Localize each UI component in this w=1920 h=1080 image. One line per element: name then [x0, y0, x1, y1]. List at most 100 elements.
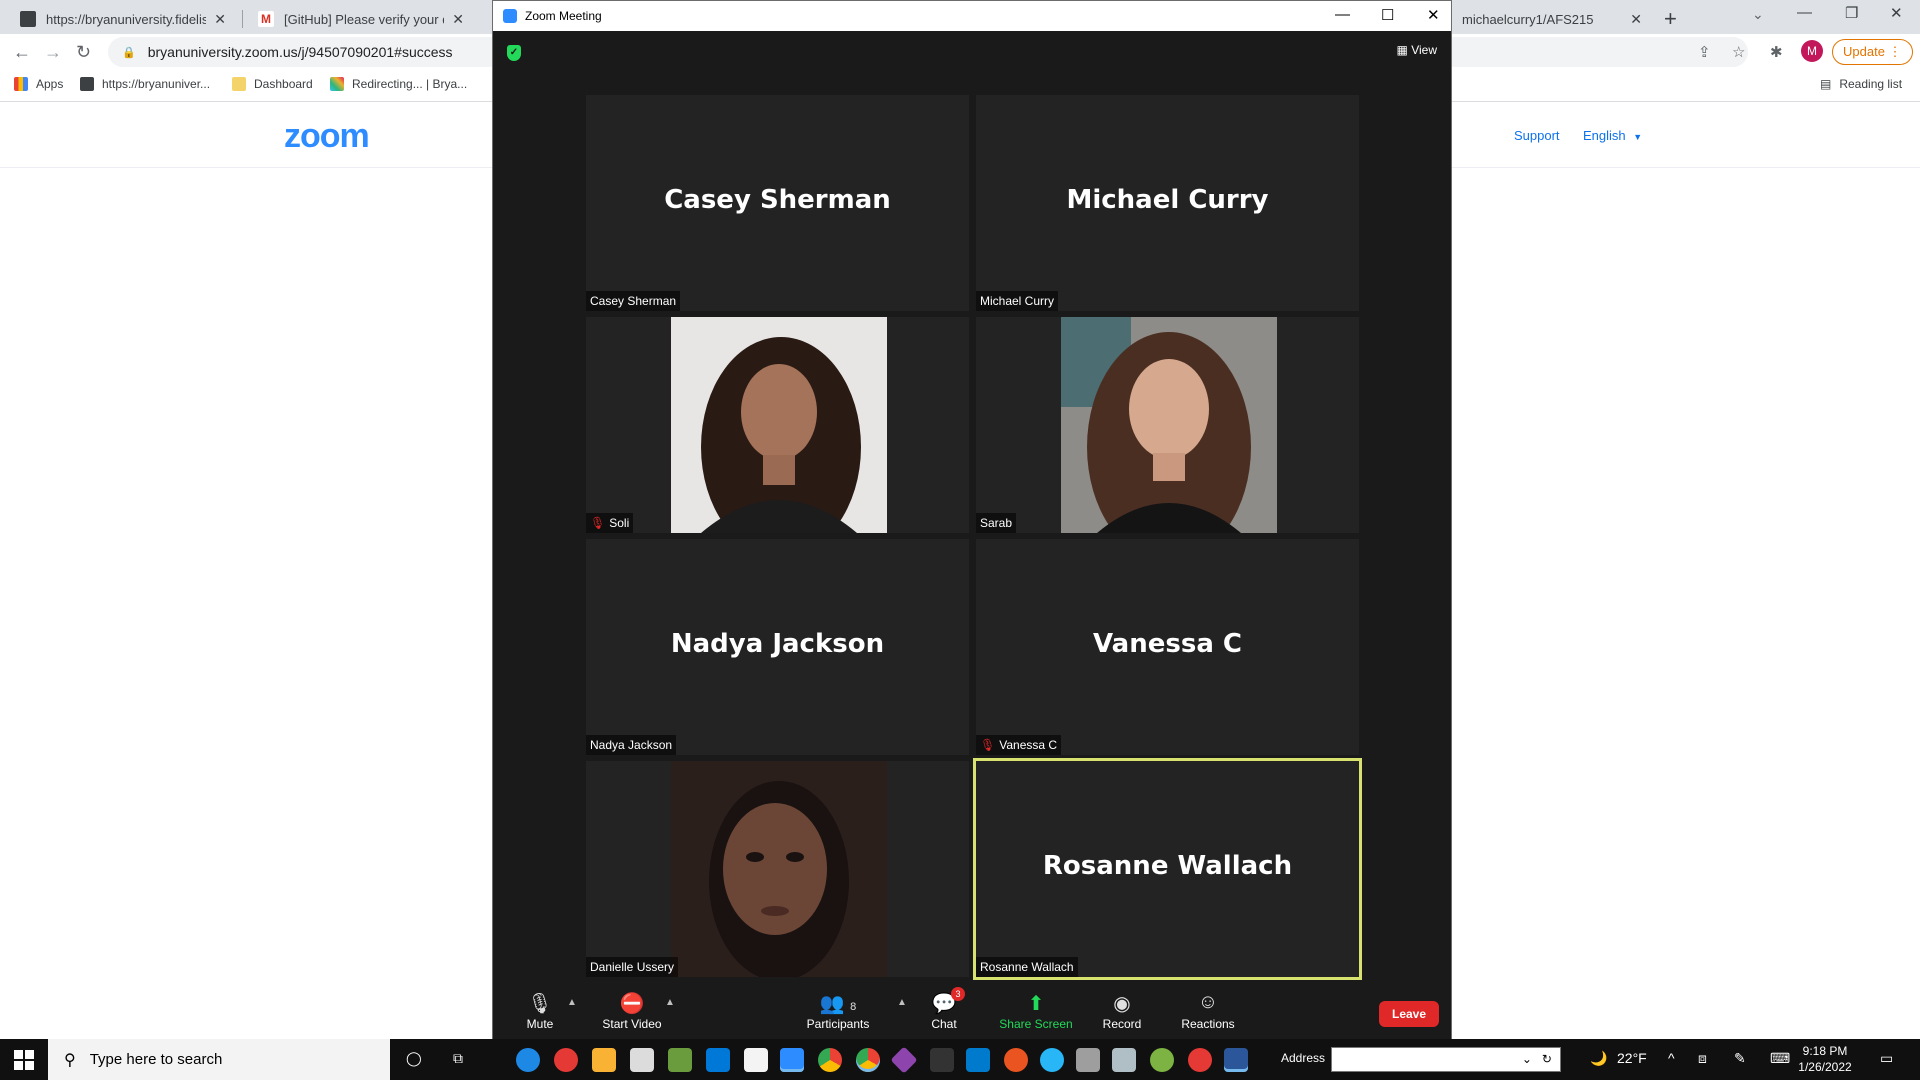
- show-hidden-icons-chevron-icon[interactable]: ^: [1668, 1050, 1675, 1066]
- name-text: Nadya Jackson: [590, 738, 673, 752]
- slack-icon: [330, 77, 344, 91]
- participant-tile-vanessa-c[interactable]: Vanessa C 🎙︎ Vanessa C: [976, 539, 1359, 755]
- bookmark-dashboard[interactable]: Dashboard: [232, 77, 313, 91]
- zoom-app-icon: [503, 9, 517, 23]
- file-explorer-icon[interactable]: [592, 1048, 616, 1072]
- lock-icon: 🔒: [122, 46, 136, 59]
- reactions-button[interactable]: ☺ Reactions: [1163, 991, 1253, 1031]
- bookmark-star-icon[interactable]: ☆: [1732, 43, 1745, 61]
- address-toolbar-input[interactable]: ⌄ ↻: [1331, 1047, 1561, 1072]
- bookmark-bryanuniversity[interactable]: https://bryanuniver...: [80, 77, 210, 91]
- bookmark-label: Redirecting... | Brya...: [352, 77, 468, 91]
- new-tab-plus-icon[interactable]: +: [1664, 6, 1677, 32]
- minimize-icon[interactable]: —: [1335, 6, 1350, 23]
- opera-icon[interactable]: [554, 1048, 578, 1072]
- app-icon-blue[interactable]: [1040, 1048, 1064, 1072]
- weather-temperature[interactable]: 22°F: [1617, 1050, 1647, 1066]
- tray-app-icon[interactable]: ⧈: [1698, 1050, 1707, 1067]
- share-screen-button[interactable]: ⬆ Share Screen: [991, 991, 1081, 1031]
- app-icon-dark[interactable]: [930, 1048, 954, 1072]
- participant-tile-rosanne-wallach-active-speaker[interactable]: Rosanne Wallach Rosanne Wallach: [973, 758, 1362, 980]
- video-options-caret-icon[interactable]: ▲: [665, 997, 675, 1008]
- encryption-shield-icon[interactable]: ✓: [507, 45, 521, 61]
- participant-tile-danielle-ussery[interactable]: Danielle Ussery: [586, 761, 969, 977]
- chrome-profile-icon[interactable]: [856, 1048, 880, 1072]
- leave-button[interactable]: Leave: [1379, 1001, 1439, 1027]
- restore-icon[interactable]: ❐: [1845, 4, 1858, 22]
- app-icon-diamond[interactable]: [890, 1046, 918, 1074]
- maximize-icon[interactable]: ☐: [1381, 6, 1394, 24]
- vscode-icon[interactable]: [966, 1048, 990, 1072]
- participant-tile-nadya-jackson[interactable]: Nadya Jackson Nadya Jackson: [586, 539, 969, 755]
- close-window-icon[interactable]: ✕: [1890, 4, 1903, 22]
- microsoft-store-icon[interactable]: [706, 1048, 730, 1072]
- app-icon-notes[interactable]: [1112, 1048, 1136, 1072]
- browser-tab-fidelis[interactable]: https://bryanuniversity.fidelisedu ✕: [10, 4, 236, 34]
- participant-name-label: Sarab: [976, 513, 1017, 533]
- tab-title: michaelcurry1/AFS215: [1462, 11, 1594, 27]
- app-icon-paint[interactable]: [1150, 1048, 1174, 1072]
- record-icon: ◉: [1113, 993, 1131, 1015]
- view-button[interactable]: ▦ View: [1397, 43, 1437, 57]
- start-video-button[interactable]: ⛔ Start Video: [587, 991, 677, 1031]
- chrome-icon[interactable]: [818, 1048, 842, 1072]
- bookmark-redirecting[interactable]: Redirecting... | Brya...: [330, 77, 467, 91]
- edge-icon[interactable]: [516, 1048, 540, 1072]
- search-icon: ⚲: [64, 1051, 76, 1069]
- notifications-icon[interactable]: ▭: [1880, 1050, 1893, 1067]
- close-icon[interactable]: ✕: [214, 11, 226, 28]
- app-icon-minecraft[interactable]: [668, 1048, 692, 1072]
- participant-tile-casey-sherman[interactable]: Casey Sherman Casey Sherman: [586, 95, 969, 311]
- participants-button[interactable]: 👥 8 Participants: [793, 991, 883, 1031]
- word-icon[interactable]: [1224, 1048, 1248, 1072]
- bookmark-label: https://bryanuniver...: [102, 77, 211, 91]
- minimize-icon[interactable]: —: [1797, 4, 1812, 21]
- share-icon[interactable]: ⇪: [1698, 43, 1711, 61]
- zoom-logo[interactable]: zoom: [284, 117, 370, 156]
- task-view-icon[interactable]: ⧉: [453, 1050, 463, 1067]
- participant-tile-soli[interactable]: 🎙︎ Soli: [586, 317, 969, 533]
- weather-moon-icon[interactable]: 🌙: [1590, 1050, 1607, 1067]
- windows-taskbar: ⚲ Type here to search ◯ ⧉ Address ⌄ ↻ 🌙 …: [0, 1039, 1920, 1080]
- browser-tab-github-verify[interactable]: M [GitHub] Please verify your device ✕: [248, 4, 474, 34]
- name-text: Sarab: [980, 516, 1013, 530]
- tab-search-chevron-icon[interactable]: ⌄: [1752, 6, 1764, 23]
- windows-start-icon[interactable]: [14, 1050, 34, 1070]
- participant-tile-sarab[interactable]: Sarab: [976, 317, 1359, 533]
- microphone-icon: 🎙︎: [527, 993, 553, 1015]
- system-clock[interactable]: 9:18 PM 1/26/2022: [1790, 1043, 1860, 1075]
- extensions-puzzle-icon[interactable]: ✱: [1770, 43, 1783, 61]
- bookmark-apps[interactable]: Apps: [14, 77, 63, 91]
- pen-workspace-icon[interactable]: ✎: [1734, 1050, 1746, 1067]
- mic-muted-icon: 🎙︎: [980, 738, 996, 752]
- record-button[interactable]: ◉ Record: [1077, 991, 1167, 1031]
- zoom-taskbar-icon[interactable]: [780, 1048, 804, 1072]
- forward-arrow-icon[interactable]: →: [44, 42, 62, 63]
- support-link[interactable]: Support: [1514, 128, 1560, 143]
- browser-tab-github-repo[interactable]: michaelcurry1/AFS215 ✕: [1452, 4, 1652, 34]
- app-icon-notepad[interactable]: [630, 1048, 654, 1072]
- document-icon[interactable]: [744, 1048, 768, 1072]
- close-icon[interactable]: ✕: [1630, 11, 1642, 28]
- video-photo-illustration: [671, 317, 887, 533]
- app-icon-red[interactable]: [1188, 1048, 1212, 1072]
- reload-icon[interactable]: ↻: [76, 42, 91, 63]
- audio-options-caret-icon[interactable]: ▲: [567, 997, 577, 1008]
- close-icon[interactable]: ✕: [452, 11, 464, 28]
- tab-title: [GitHub] Please verify your device: [284, 11, 444, 27]
- profile-avatar[interactable]: M: [1801, 40, 1823, 62]
- taskbar-search-box[interactable]: ⚲ Type here to search: [48, 1039, 390, 1080]
- app-icon-gray[interactable]: [1076, 1048, 1100, 1072]
- participant-tile-michael-curry[interactable]: Michael Curry Michael Curry: [976, 95, 1359, 311]
- meeting-controls-bar: 🎙︎ Mute ▲ ⛔ Start Video ▲ 👥 8 Participan…: [493, 981, 1451, 1039]
- language-dropdown[interactable]: English ▼: [1583, 128, 1642, 143]
- update-button[interactable]: Update ⋮: [1832, 39, 1913, 65]
- reading-list[interactable]: ▤ Reading list: [1820, 77, 1902, 91]
- close-icon[interactable]: ✕: [1427, 6, 1440, 24]
- back-arrow-icon[interactable]: ←: [13, 42, 31, 63]
- keyboard-icon[interactable]: ⌨: [1770, 1050, 1790, 1067]
- cortana-circle-icon[interactable]: ◯: [406, 1050, 422, 1067]
- tab-title: https://bryanuniversity.fidelisedu: [46, 11, 207, 27]
- chat-button[interactable]: 💬 3 Chat: [899, 987, 989, 1031]
- ubuntu-icon[interactable]: [1004, 1048, 1028, 1072]
